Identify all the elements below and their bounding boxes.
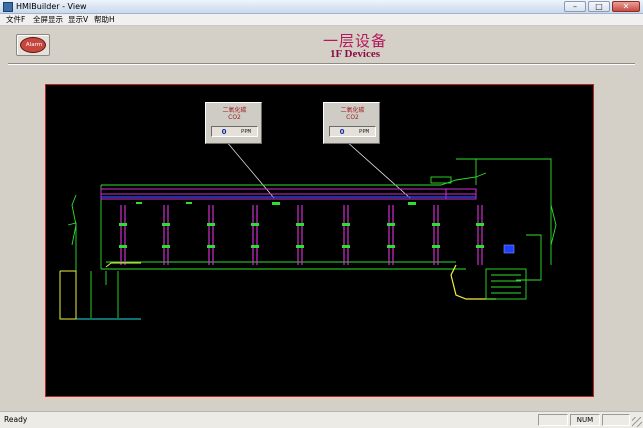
window-title: HMIBuilder - View <box>16 2 87 11</box>
sensor-code: CO2 <box>228 114 241 121</box>
menu-fullscreen[interactable]: 全屏显示 <box>33 14 63 26</box>
columns <box>120 205 483 265</box>
sensor-value: 0 <box>221 128 227 136</box>
menu-help[interactable]: 帮助H <box>94 14 115 26</box>
app-icon <box>3 2 13 12</box>
sensor-unit: PPM <box>359 129 369 135</box>
sensor-unit: PPM <box>241 129 251 135</box>
close-button[interactable]: ✕ <box>612 1 640 12</box>
status-pane-scroll <box>602 414 630 426</box>
pipe-network <box>67 158 557 318</box>
sensor-panel-co2-right[interactable]: 二氧化碳 CO2 0 PPM <box>323 102 380 144</box>
menu-file[interactable]: 文件F <box>6 14 25 26</box>
minimize-button[interactable]: – <box>564 1 586 12</box>
window-controls: – □ ✕ <box>564 1 640 12</box>
sensor-readout: 0 PPM <box>211 126 258 137</box>
equipment-details <box>59 262 527 320</box>
status-bar: Ready NUM <box>0 411 643 428</box>
alarm-icon: Alarm <box>20 37 46 53</box>
status-pane-num: NUM <box>570 414 600 426</box>
sensor-panel-co2-left[interactable]: 二氧化碳 CO2 0 PPM <box>205 102 262 144</box>
status-pane-caps <box>538 414 568 426</box>
floor-plan-drawing <box>59 140 557 320</box>
resize-grip-icon[interactable] <box>632 417 642 427</box>
menu-bar: 文件F 全屏显示 显示V 帮助H <box>0 14 643 26</box>
device-box[interactable] <box>503 244 515 254</box>
alarm-button[interactable]: Alarm <box>16 34 50 56</box>
sensor-readout: 0 PPM <box>329 126 376 137</box>
status-text: Ready <box>4 415 28 424</box>
menu-view[interactable]: 显示V <box>68 14 88 26</box>
floor-plan-canvas <box>45 84 594 397</box>
title-bar: HMIBuilder - View – □ ✕ <box>0 0 643 14</box>
page-subtitle: 1F Devices <box>330 48 380 60</box>
top-unit <box>430 176 452 184</box>
maximize-button[interactable]: □ <box>588 1 610 12</box>
sensor-value: 0 <box>339 128 345 136</box>
sensor-code: CO2 <box>346 114 359 121</box>
alarm-label: Alarm <box>25 42 43 48</box>
